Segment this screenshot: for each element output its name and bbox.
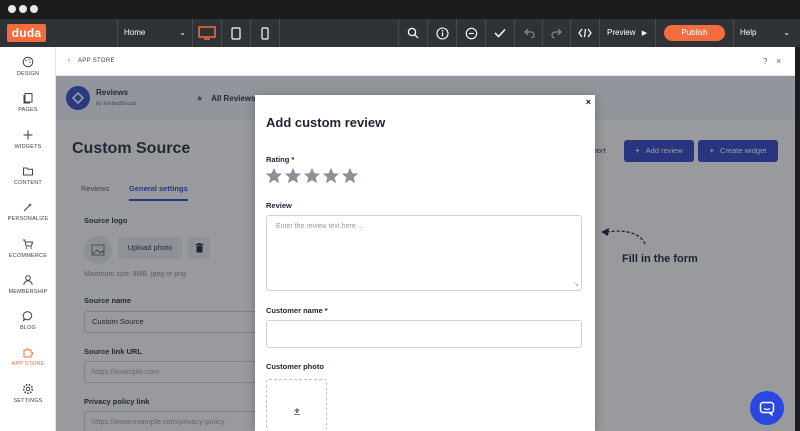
sidebar-item-ecommerce[interactable]: ECOMMERCE [0, 237, 56, 273]
gear-icon [22, 383, 34, 395]
person-icon [23, 275, 33, 286]
star-icon[interactable] [322, 167, 340, 185]
preview-button[interactable]: Preview ▶ [600, 19, 652, 47]
info-icon[interactable] [428, 19, 456, 47]
window-dot-icon[interactable] [8, 5, 16, 13]
review-textarea[interactable]: Enter the review text here ... ↘ [266, 215, 582, 291]
redo-icon[interactable] [543, 19, 571, 47]
modal-title: Add custom review [266, 115, 386, 130]
back-label: APP STORE [77, 58, 115, 64]
play-icon: ▶ [641, 30, 648, 37]
search-icon[interactable] [399, 19, 427, 47]
chevron-left-icon: ‹ [68, 58, 71, 64]
close-icon[interactable]: × [586, 97, 591, 107]
folder-icon [23, 167, 33, 176]
sidebar-item-design[interactable]: DESIGN [0, 55, 56, 91]
page-select[interactable]: Home ⌄ [118, 19, 192, 47]
sidebar-item-pages[interactable]: PAGES [0, 91, 56, 127]
sidebar-item-label: SETTINGS [13, 398, 43, 404]
star-icon[interactable] [303, 167, 321, 185]
sidebar-item-label: CONTENT [14, 180, 42, 186]
sidebar-item-settings[interactable]: SETTINGS [0, 382, 56, 418]
star-icon[interactable] [265, 167, 283, 185]
app-store-bar: ‹ APP STORE ? × [56, 47, 800, 76]
window-dot-icon[interactable] [19, 5, 27, 13]
chat-icon [22, 311, 33, 322]
customer-photo-label: Customer photo [266, 362, 324, 371]
chevron-down-icon: ⌄ [179, 28, 186, 37]
add-custom-review-modal: × Add custom review Rating * Review Ente… [255, 95, 595, 431]
help-icon[interactable]: ? [763, 47, 767, 76]
upload-icon [294, 408, 300, 415]
star-icon[interactable] [341, 167, 359, 185]
palette-icon [22, 56, 34, 68]
review-label: Review [266, 201, 292, 210]
close-icon[interactable]: × [776, 47, 781, 76]
sidebar-item-app-store[interactable]: APP STORE [0, 345, 56, 381]
pages-icon [23, 93, 33, 104]
rating-label: Rating * [266, 155, 295, 164]
personalize-icon [23, 203, 32, 212]
code-icon[interactable] [571, 19, 599, 47]
curved-arrow-icon [601, 228, 646, 245]
duda-logo: duda [7, 24, 46, 42]
page-select-value: Home [124, 28, 146, 37]
help-label: Help [740, 28, 757, 37]
customer-name-input[interactable] [266, 320, 582, 348]
publish-button[interactable]: Publish [664, 25, 725, 41]
editor-toolbar: duda Home ⌄ Preview ▶ Publish Help ⌄ [0, 19, 800, 47]
rating-stars[interactable] [265, 167, 359, 185]
sidebar-item-personalize[interactable]: PERSONALIZE [0, 200, 56, 236]
back-to-app-store-link[interactable]: ‹ APP STORE [68, 47, 115, 76]
sidebar-item-label: PERSONALIZE [7, 216, 49, 222]
chevron-down-icon: ⌄ [783, 28, 790, 37]
puzzle-icon [23, 348, 34, 358]
sidebar-item-label: DESIGN [16, 71, 40, 77]
left-sidebar: DESIGN PAGES WIDGETS CONTENT PERSONALIZE… [0, 47, 56, 431]
sidebar-item-membership[interactable]: MEMBERSHIP [0, 273, 56, 309]
plus-icon [23, 130, 33, 140]
sidebar-item-widgets[interactable]: WIDGETS [0, 128, 56, 164]
review-placeholder: Enter the review text here ... [276, 223, 364, 230]
undo-icon[interactable] [515, 19, 543, 47]
sidebar-item-label: MEMBERSHIP [8, 289, 48, 295]
callout-text: Fill in the form [622, 253, 698, 265]
customer-name-label: Customer name * [266, 306, 328, 315]
star-icon[interactable] [284, 167, 302, 185]
customer-photo-dropzone[interactable] [266, 379, 327, 431]
help-menu[interactable]: Help ⌄ [734, 19, 800, 47]
mobile-icon[interactable] [251, 19, 279, 47]
sidebar-item-label: ECOMMERCE [8, 253, 48, 259]
sidebar-item-content[interactable]: CONTENT [0, 164, 56, 200]
sidebar-item-label: BLOG [19, 325, 37, 331]
window-dot-icon[interactable] [30, 5, 38, 13]
sidebar-item-blog[interactable]: BLOG [0, 309, 56, 345]
divider [655, 19, 656, 47]
divider [279, 19, 280, 47]
preview-label: Preview [607, 28, 636, 37]
scrollbar[interactable] [795, 47, 800, 431]
tablet-icon[interactable] [222, 19, 250, 47]
comment-icon[interactable] [457, 19, 485, 47]
chat-icon [759, 401, 775, 416]
sidebar-item-label: WIDGETS [14, 144, 42, 150]
window-titlebar [0, 0, 800, 19]
chat-button[interactable] [750, 391, 784, 425]
cart-icon [23, 239, 34, 249]
desktop-icon[interactable] [193, 19, 221, 47]
sidebar-item-label: PAGES [18, 107, 38, 113]
resize-handle-icon[interactable]: ↘ [574, 281, 579, 288]
sidebar-item-label: APP STORE [11, 361, 45, 367]
check-icon[interactable] [486, 19, 514, 47]
